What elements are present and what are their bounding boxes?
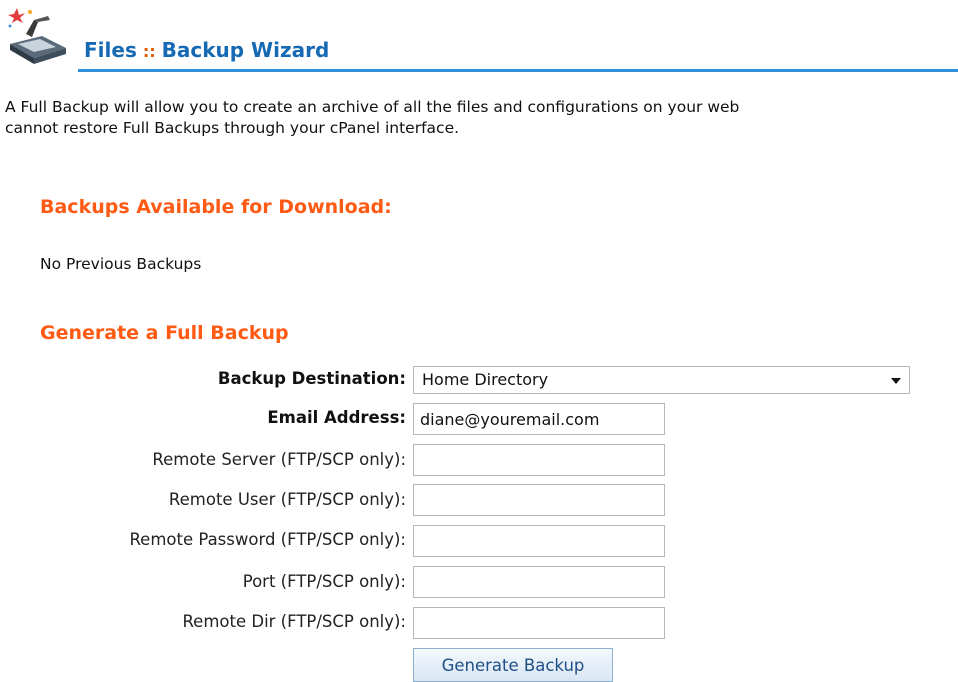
- backup-destination-value: Home Directory: [422, 370, 549, 389]
- remote-password-input[interactable]: [413, 525, 665, 557]
- chevron-down-icon: [891, 378, 901, 384]
- backup-wizard-icon: [8, 8, 66, 64]
- port-input[interactable]: [413, 566, 665, 598]
- intro-line-1: A Full Backup will allow you to create a…: [5, 98, 740, 116]
- email-address-label: Email Address:: [267, 408, 406, 427]
- backup-destination-select[interactable]: Home Directory: [413, 366, 910, 394]
- remote-dir-input[interactable]: [413, 607, 665, 639]
- backups-heading: Backups Available for Download:: [40, 196, 392, 218]
- port-label: Port (FTP/SCP only):: [242, 572, 406, 591]
- intro-text: A Full Backup will allow you to create a…: [5, 97, 958, 139]
- intro-line-2: cannot restore Full Backups through your…: [5, 119, 460, 137]
- title-text: Backup Wizard: [161, 38, 330, 62]
- generate-heading: Generate a Full Backup: [40, 322, 289, 344]
- remote-password-label: Remote Password (FTP/SCP only):: [129, 530, 406, 549]
- generate-backup-button[interactable]: Generate Backup: [413, 648, 613, 682]
- remote-server-input[interactable]: [413, 444, 665, 476]
- header-divider: [78, 69, 958, 72]
- remote-user-input[interactable]: [413, 484, 665, 516]
- page-header: Files:: Backup Wizard: [0, 0, 958, 76]
- remote-dir-label: Remote Dir (FTP/SCP only):: [182, 612, 406, 631]
- title-section: Files: [84, 38, 137, 62]
- remote-user-label: Remote User (FTP/SCP only):: [168, 490, 406, 509]
- title-separator: ::: [142, 42, 156, 61]
- backup-destination-label: Backup Destination:: [217, 369, 406, 388]
- remote-server-label: Remote Server (FTP/SCP only):: [152, 450, 406, 469]
- no-backups-text: No Previous Backups: [40, 255, 202, 273]
- page-title: Files:: Backup Wizard: [84, 38, 329, 62]
- email-address-input[interactable]: [413, 403, 665, 435]
